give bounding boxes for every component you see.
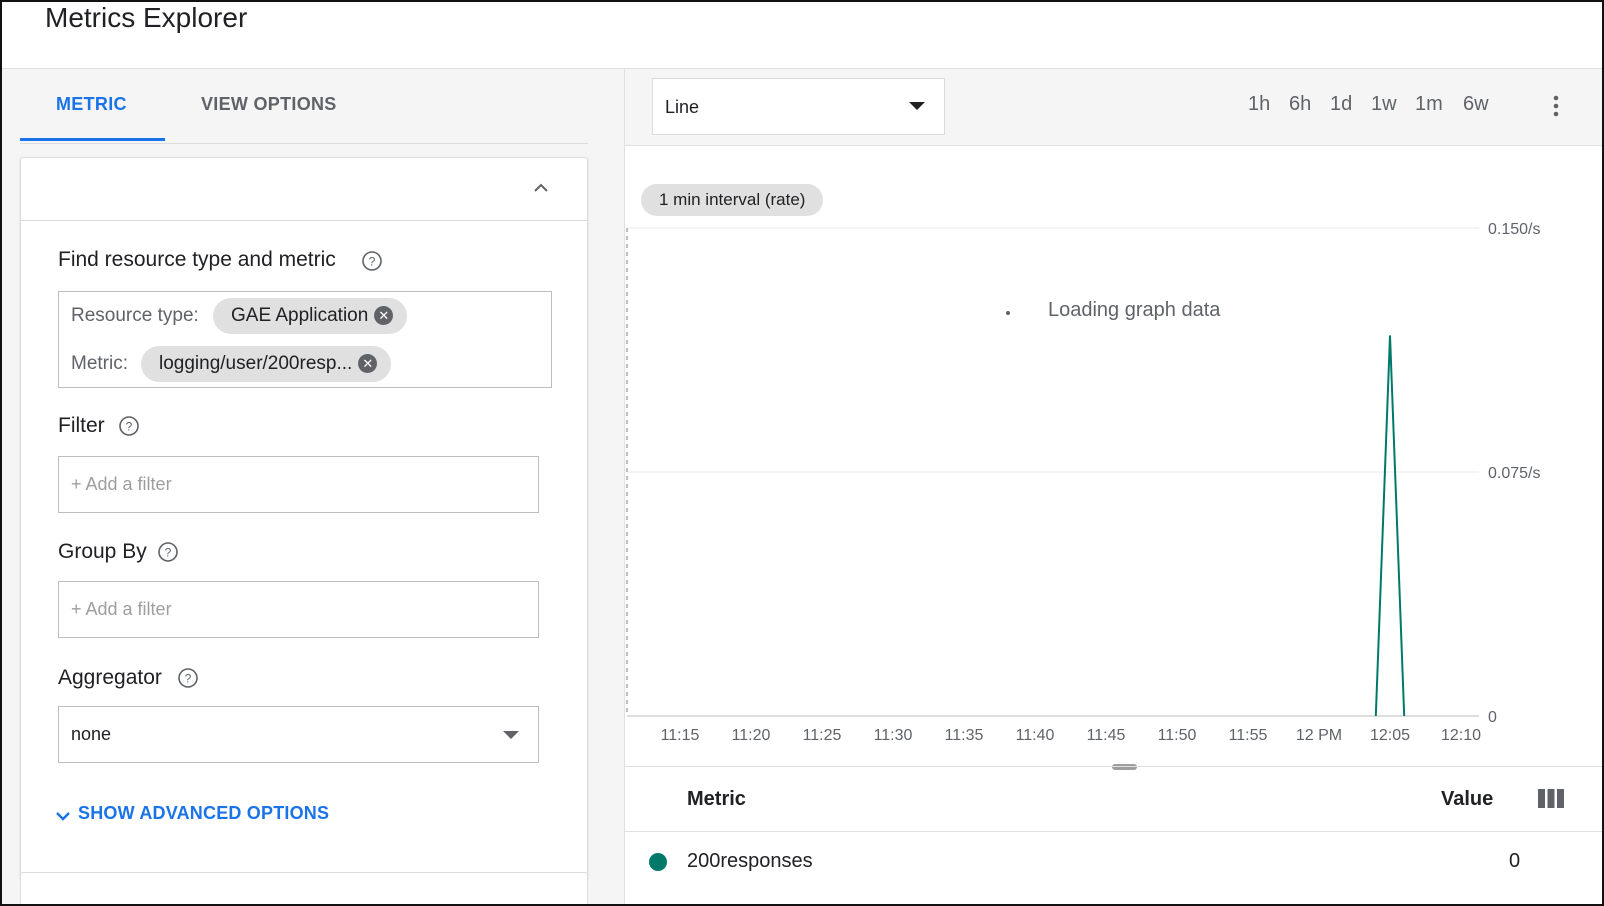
metric-config-panel: METRIC VIEW OPTIONS Find resource type a… — [0, 69, 625, 906]
chevron-down-icon — [56, 812, 70, 821]
remove-chip-icon[interactable]: ✕ — [358, 354, 378, 373]
range-1h[interactable]: 1h — [1248, 93, 1270, 116]
filter-input[interactable] — [59, 457, 538, 512]
series-line-200responses — [1374, 335, 1406, 717]
filter-field[interactable] — [58, 456, 539, 513]
show-advanced-options-label: SHOW ADVANCED OPTIONS — [78, 803, 330, 823]
range-1m[interactable]: 1m — [1415, 93, 1443, 116]
svg-text:?: ? — [185, 672, 192, 686]
series-color-dot — [649, 853, 667, 871]
group-by-label: Group By — [58, 540, 147, 563]
legend-metric-header[interactable]: Metric — [687, 788, 746, 811]
help-icon[interactable]: ? — [118, 415, 140, 437]
x-tick-label: 11:30 — [874, 727, 913, 744]
loading-spinner-icon — [1006, 311, 1010, 315]
find-resource-label: Find resource type and metric — [58, 248, 336, 271]
svg-text:?: ? — [165, 546, 172, 560]
resource-metric-selector[interactable]: Resource type: GAE Application ✕ Metric: … — [58, 291, 552, 388]
column-picker-icon[interactable] — [1538, 789, 1564, 808]
svg-text:?: ? — [369, 255, 376, 269]
chart-area: 0 0.075/s 0.150/s 11:15 11:20 11:25 11:30 11:35… — [625, 146, 1604, 766]
legend-row[interactable]: 200responses 0 — [625, 832, 1604, 892]
next-card — [20, 872, 588, 906]
chart-toolbar: Line 1h 6h 1d 1w 1m 6w — [625, 69, 1604, 146]
legend-table: Metric Value 200responses 0 — [625, 766, 1604, 906]
group-by-field[interactable] — [58, 581, 539, 638]
y-tick-label: 0 — [1488, 709, 1497, 726]
dropdown-arrow-icon[interactable] — [909, 102, 925, 110]
chart-panel: Line 1h 6h 1d 1w 1m 6w 0 0.075/s 0.150/s 11… — [625, 69, 1604, 906]
x-tick-label: 11:40 — [1016, 727, 1055, 744]
metric-card: Find resource type and metric ? Resource… — [20, 157, 588, 880]
x-tick-label: 12 PM — [1296, 727, 1342, 744]
x-tick-label: 11:50 — [1158, 727, 1197, 744]
line-chart: 0 0.075/s 0.150/s 11:15 11:20 11:25 11:30 11:35… — [626, 221, 1540, 744]
x-tick-label: 11:25 — [803, 727, 842, 744]
range-6h[interactable]: 6h — [1289, 93, 1311, 116]
tab-metric[interactable]: METRIC — [56, 94, 127, 115]
x-tick-label: 11:45 — [1087, 727, 1126, 744]
help-icon[interactable]: ? — [177, 667, 199, 689]
svg-text:?: ? — [126, 420, 133, 434]
filter-label: Filter — [58, 414, 105, 437]
resource-type-value: GAE Application — [231, 305, 369, 326]
legend-value-header[interactable]: Value — [1441, 788, 1493, 811]
series-name: 200responses — [687, 850, 813, 872]
show-advanced-options-button[interactable]: SHOW ADVANCED OPTIONS — [56, 803, 329, 824]
aggregator-label: Aggregator — [58, 666, 162, 689]
resource-type-label: Resource type: — [71, 305, 199, 326]
active-tab-indicator — [20, 138, 165, 141]
dropdown-arrow-icon[interactable] — [503, 731, 519, 739]
metric-chip[interactable]: logging/user/200resp... ✕ — [141, 346, 392, 382]
x-tick-label: 11:55 — [1229, 727, 1268, 744]
metric-label: Metric: — [71, 353, 128, 374]
tab-bar: METRIC VIEW OPTIONS — [20, 69, 588, 144]
help-icon[interactable]: ? — [361, 250, 383, 272]
y-tick-label: 0.075/s — [1488, 465, 1540, 482]
page-title: Metrics Explorer — [45, 2, 248, 33]
help-icon[interactable]: ? — [157, 541, 179, 563]
page-header: Metrics Explorer — [0, 0, 1604, 69]
chart-type-value: Line — [665, 97, 700, 117]
more-options-icon[interactable] — [1553, 95, 1559, 117]
chevron-up-icon[interactable] — [533, 180, 549, 196]
range-1w[interactable]: 1w — [1371, 93, 1397, 116]
y-tick-label: 0.150/s — [1488, 221, 1540, 238]
group-by-input[interactable] — [59, 582, 538, 637]
tab-view-options[interactable]: VIEW OPTIONS — [201, 94, 337, 115]
range-1d[interactable]: 1d — [1330, 93, 1352, 116]
range-6w[interactable]: 6w — [1463, 93, 1489, 116]
aggregator-select[interactable]: none — [58, 706, 539, 763]
remove-chip-icon[interactable]: ✕ — [374, 306, 394, 325]
series-value: 0 — [1509, 850, 1521, 872]
card-header[interactable] — [21, 158, 587, 221]
metric-value: logging/user/200resp... — [159, 353, 353, 374]
x-tick-label: 11:35 — [945, 727, 984, 744]
x-tick-label: 12:10 — [1441, 727, 1481, 744]
loading-text: Loading graph data — [1048, 299, 1221, 321]
x-tick-label: 11:20 — [732, 727, 771, 744]
aggregator-value: none — [71, 724, 112, 744]
chart-type-select[interactable]: Line — [652, 78, 945, 135]
resource-type-chip[interactable]: GAE Application ✕ — [213, 298, 408, 334]
interval-chip: 1 min interval (rate) — [641, 184, 824, 216]
x-tick-label: 11:15 — [661, 727, 700, 744]
x-tick-label: 12:05 — [1370, 727, 1410, 744]
legend-header: Metric Value — [625, 767, 1604, 832]
